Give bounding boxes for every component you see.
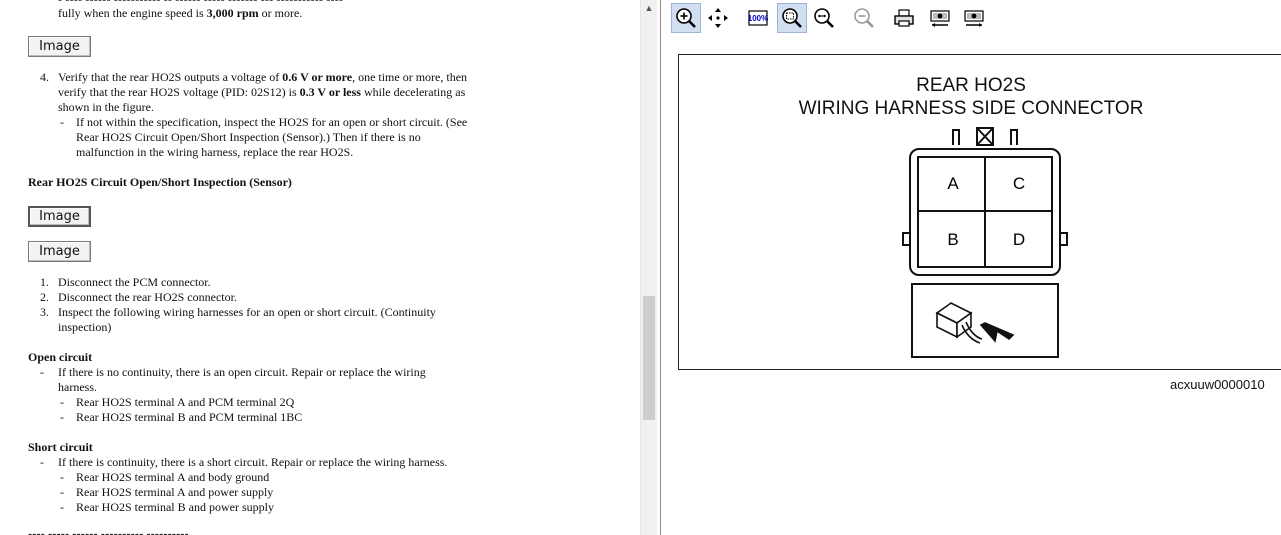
step-number: 2. (40, 290, 49, 304)
zoom-in-button[interactable] (671, 3, 701, 33)
short-circuit-item: Rear HO2S terminal B and power supply (76, 500, 274, 514)
open-circuit-line2: harness. (58, 380, 97, 394)
step4-sub2: Rear HO2S Circuit Open/Short Inspection … (76, 130, 421, 144)
zoom-disabled-icon (854, 8, 874, 28)
terminal-label-d: D (1013, 230, 1025, 249)
step-text-cont: inspection) (58, 320, 112, 334)
clipped-heading: ▪▪▪▪ ▪▪▪▪▪ ▪▪▪▪▪▪ ▪▪▪▪▪▪▪▪▪▪ ▪▪▪▪▪▪▪▪▪▪ (28, 528, 189, 535)
image-button-2[interactable]: Image (28, 206, 91, 227)
image-button-3[interactable]: Image (28, 241, 91, 262)
terminal-label-a: A (947, 174, 959, 193)
step4-line1: Verify that the rear HO2S outputs a volt… (58, 70, 468, 84)
terminal-label-c: C (1013, 174, 1025, 193)
step4-line2: verify that the rear HO2S voltage (PID: … (58, 85, 466, 99)
step-text: Disconnect the PCM connector. (58, 275, 211, 289)
connector-lock-icon (952, 127, 1018, 146)
zoom-out-button[interactable] (809, 3, 839, 33)
step-text: Disconnect the rear HO2S connector. (58, 290, 237, 304)
bullet-dash: - (60, 500, 64, 514)
pan-arrows-icon (708, 8, 728, 28)
section-heading: Rear HO2S Circuit Open/Short Inspection … (28, 175, 292, 189)
diagram-title-line2: WIRING HARNESS SIDE CONNECTOR (799, 98, 1144, 119)
diagram-title-line1: REAR HO2S (916, 75, 1026, 96)
step-number: 4. (40, 70, 49, 84)
short-circuit-item: Rear HO2S terminal A and body ground (76, 470, 270, 484)
zoom-in-icon (676, 8, 696, 28)
step-number: 3. (40, 305, 49, 319)
bullet-dash: - (40, 455, 44, 469)
save-image-icon (964, 10, 984, 27)
open-circuit-heading: Open circuit (28, 350, 93, 364)
actual-size-button[interactable]: 100% (743, 3, 773, 33)
zoom-out-icon (814, 8, 834, 28)
copy-image-icon (930, 10, 950, 27)
save-image-button[interactable] (959, 3, 989, 33)
svg-text:100%: 100% (748, 14, 768, 23)
top-fragment: fully when the engine speed is 3,000 rpm… (58, 6, 303, 20)
connector-diagram-svg: REAR HO2S WIRING HARNESS SIDE CONNECTOR … (799, 75, 1144, 358)
short-circuit-heading: Short circuit (28, 440, 93, 454)
open-circuit-item: Rear HO2S terminal B and PCM terminal 1B… (76, 410, 303, 424)
open-circuit-line1: If there is no continuity, there is an o… (58, 365, 426, 379)
actual-size-icon: 100% (748, 10, 768, 26)
short-circuit-item: Rear HO2S terminal A and power supply (76, 485, 274, 499)
side-clip-right (1060, 232, 1068, 246)
copy-image-button[interactable] (925, 3, 955, 33)
print-button[interactable] (889, 3, 919, 33)
scrollbar-thumb[interactable] (643, 296, 655, 420)
bullet-dash: - (60, 470, 64, 484)
step-text: Inspect the following wiring harnesses f… (58, 305, 436, 319)
document-pane: ▪ ▪▪▪▪ ▪▪▪▪▪▪ ▪▪▪▪▪▪▪▪▪▪▪ ▪▪ ▪▪▪▪▪▪ ▪▪▪▪… (0, 0, 640, 535)
side-clip-left (902, 232, 910, 246)
step4-line3: shown in the figure. (58, 100, 154, 114)
figure-caption: acxuuw0000010 (1170, 377, 1265, 392)
step4-sub3: malfunction in the wiring harness, repla… (76, 145, 354, 159)
bullet-dash: - (60, 410, 64, 424)
zoom-window-button[interactable] (777, 3, 807, 33)
connector-diagram: REAR HO2S WIRING HARNESS SIDE CONNECTOR … (678, 54, 1281, 370)
zoom-disabled-button[interactable] (849, 3, 879, 33)
view-direction-inset (911, 283, 1059, 358)
short-circuit-line1: If there is continuity, there is a short… (58, 455, 448, 469)
terminal-label-b: B (947, 230, 958, 249)
printer-icon (894, 9, 914, 27)
zoom-window-icon (782, 8, 802, 28)
bullet-dash: - (40, 365, 44, 379)
open-circuit-item: Rear HO2S terminal A and PCM terminal 2Q (76, 395, 295, 409)
viewer-toolbar: 100% (661, 0, 1281, 36)
bullet-dash: - (60, 485, 64, 499)
step-number: 1. (40, 275, 49, 289)
step4-sub1: If not within the specification, inspect… (76, 115, 468, 129)
bullet-dash: - (60, 395, 64, 409)
scroll-up-icon[interactable]: ▲ (641, 0, 657, 17)
bullet-dash: - (60, 115, 64, 129)
pan-button[interactable] (703, 3, 733, 33)
image-button-1[interactable]: Image (28, 36, 91, 57)
vertical-scrollbar[interactable]: ▲ (640, 0, 657, 535)
